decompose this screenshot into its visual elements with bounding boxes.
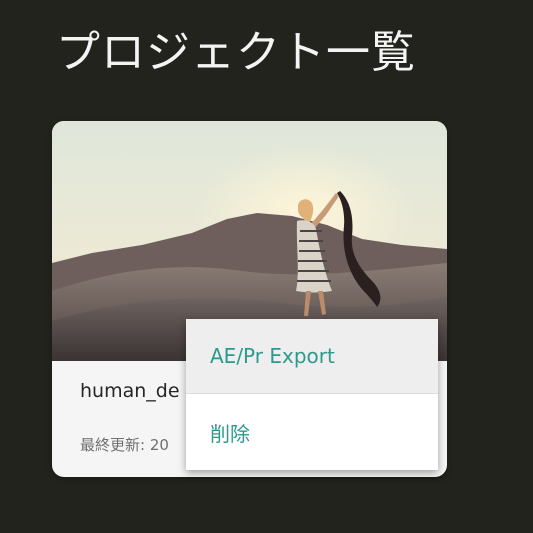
ae-pr-export-menu-item[interactable]: AE/Pr Export: [186, 319, 438, 394]
project-context-menu: AE/Pr Export 削除: [186, 319, 438, 470]
delete-menu-item[interactable]: 削除: [186, 395, 438, 470]
project-list-page: プロジェクト一覧 human_de 最終更新: 20 AE/Pr Export …: [0, 0, 533, 533]
project-name: human_de: [80, 380, 180, 402]
page-title: プロジェクト一覧: [56, 27, 416, 78]
project-last-updated: 最終更新: 20: [80, 436, 169, 454]
